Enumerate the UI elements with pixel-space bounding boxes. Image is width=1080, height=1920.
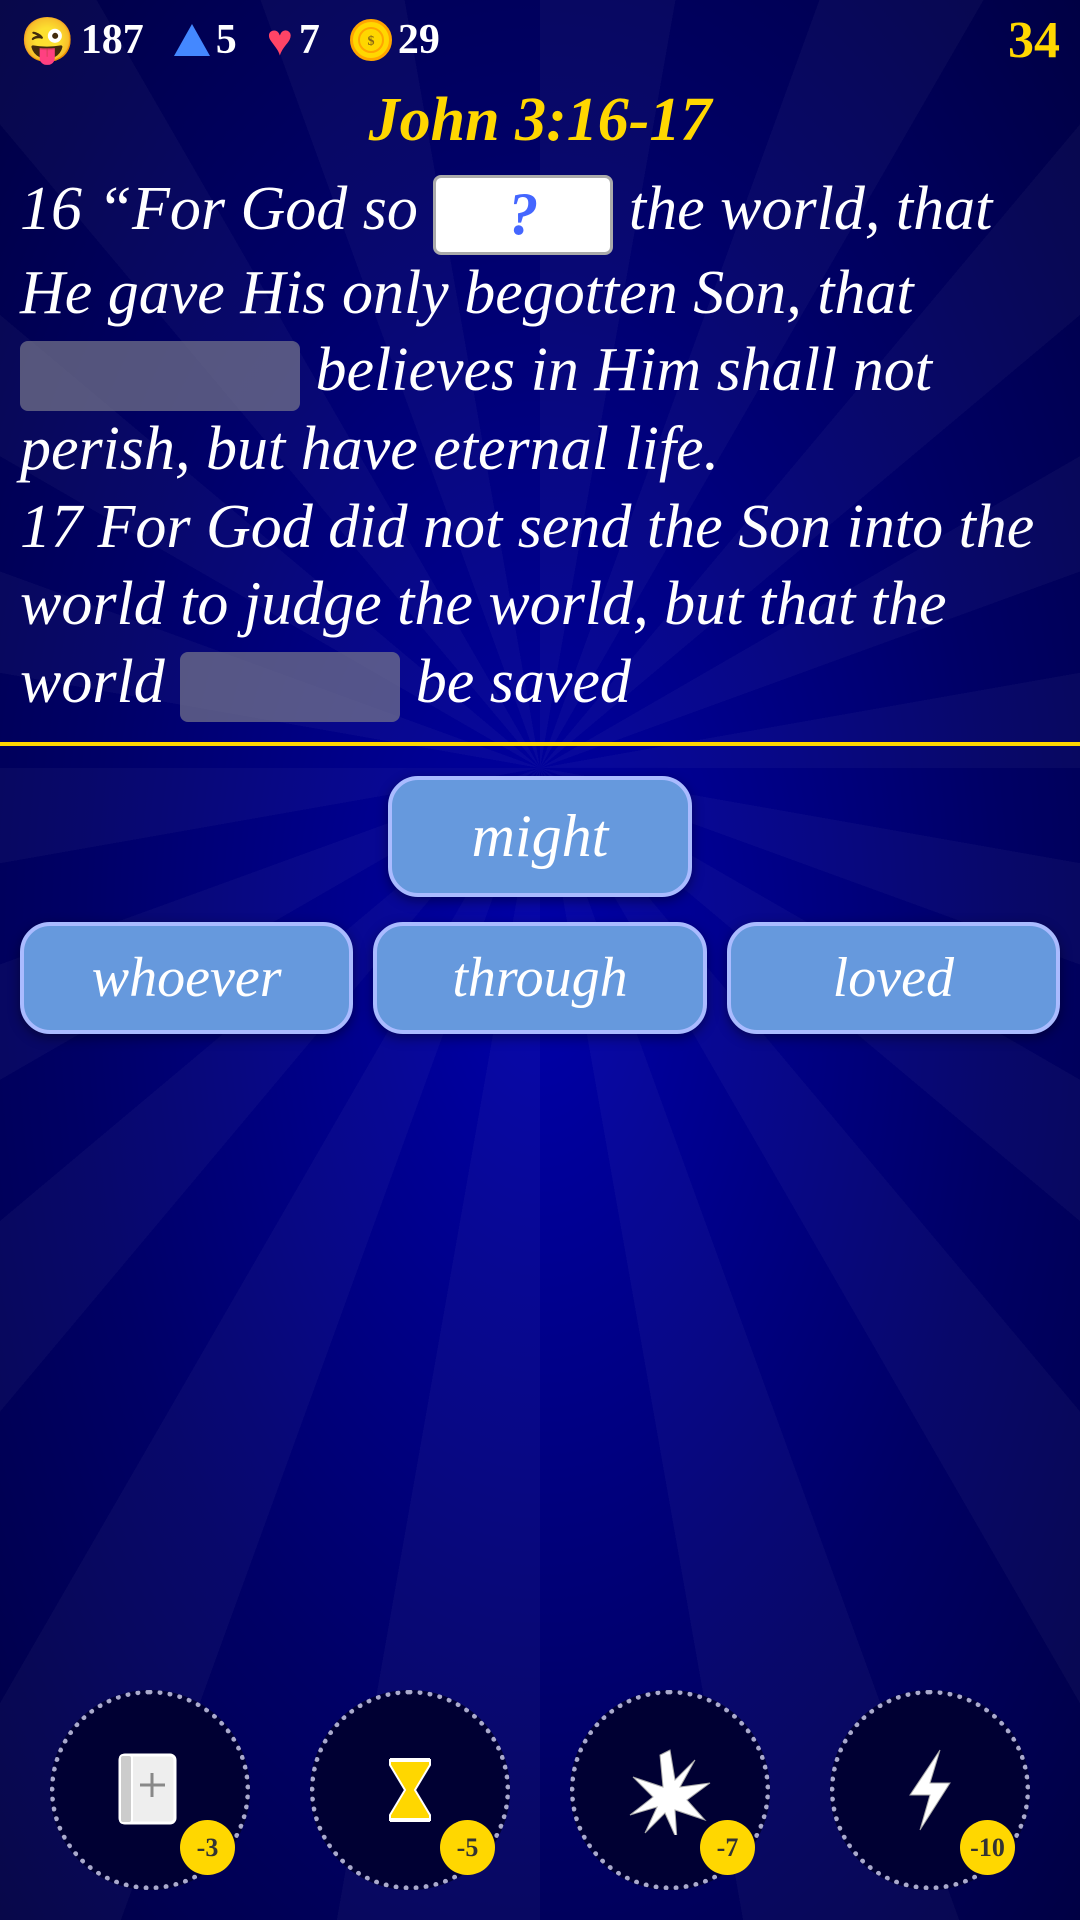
answer-btn-might[interactable]: might <box>388 776 693 897</box>
blank-word3 <box>180 652 400 722</box>
status-bar: 😜 187 5 ♥ 7 $ 29 34 <box>0 0 1080 80</box>
powerup-lightning-cost: -10 <box>960 1820 1015 1875</box>
powerup-hourglass[interactable]: -5 <box>310 1690 510 1890</box>
hourglass-icon <box>370 1750 450 1830</box>
verse-title: John 3:16-17 <box>0 80 1080 161</box>
emoji-count: 187 <box>81 16 144 64</box>
heart-icon: ♥ <box>267 15 293 66</box>
heart-count: 7 <box>299 16 320 64</box>
bible-icon <box>105 1745 195 1835</box>
coin-score: $ 29 <box>350 16 440 64</box>
status-left: 😜 187 5 ♥ 7 $ 29 <box>20 14 440 66</box>
powerups-area: -3 -5 -7 -10 <box>0 1690 1080 1890</box>
powerup-hourglass-cost: -5 <box>440 1820 495 1875</box>
powerup-burst[interactable]: -7 <box>570 1690 770 1890</box>
verse-line5: be saved <box>416 648 631 716</box>
emoji-score: 😜 187 <box>20 14 144 66</box>
level-score: 34 <box>1008 11 1060 70</box>
powerup-bible-cost: -3 <box>180 1820 235 1875</box>
powerup-bible[interactable]: -3 <box>50 1690 250 1890</box>
answer-row-top: might <box>20 776 1060 897</box>
answer-btn-whoever[interactable]: whoever <box>20 922 353 1034</box>
arrow-up-icon <box>174 24 210 56</box>
coin-count: 29 <box>398 16 440 64</box>
answers-area: might whoever through loved <box>0 746 1080 1054</box>
powerup-lightning[interactable]: -10 <box>830 1690 1030 1890</box>
coin-icon: $ <box>350 19 392 61</box>
verse-container: 16 “For God so ? the world, that He gave… <box>0 161 1080 746</box>
answer-btn-through[interactable]: through <box>373 922 706 1034</box>
powerup-burst-cost: -7 <box>700 1820 755 1875</box>
svg-text:$: $ <box>367 34 374 49</box>
answer-btn-loved[interactable]: loved <box>727 922 1060 1034</box>
emoji-icon: 😜 <box>20 14 75 66</box>
blank-word1: ? <box>433 175 613 255</box>
verse-text: 16 “For God so ? the world, that He gave… <box>0 161 1080 742</box>
verse-line1: 16 “For God so <box>20 175 418 243</box>
arrow-count: 5 <box>216 16 237 64</box>
lightning-icon <box>885 1745 975 1835</box>
heart-score: ♥ 7 <box>267 15 320 66</box>
burst-icon <box>625 1745 715 1835</box>
answer-row-bottom: whoever through loved <box>20 922 1060 1034</box>
blank-word2 <box>20 341 300 411</box>
question-mark: ? <box>436 178 610 252</box>
arrow-score: 5 <box>174 16 237 64</box>
